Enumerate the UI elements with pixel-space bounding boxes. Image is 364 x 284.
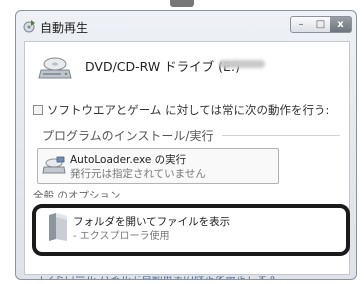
autoplay-dialog: 自動再生 – □ x DVD/CD-RW ドライブ (E:) ソフトウエアとゲー… <box>15 10 357 280</box>
install-run-section-title: プログラムのインストール/実行 <box>42 129 214 143</box>
autoplay-icon <box>23 20 35 33</box>
always-do-label: ソフトウエアとゲーム に対しては常に次の動作を行う: <box>47 103 330 117</box>
always-do-checkbox[interactable] <box>33 105 43 115</box>
dvd-drive-icon <box>38 57 72 79</box>
open-folder-option-subtitle: - エクスプローラ使用 <box>73 231 170 242</box>
autoloader-option-title: AutoLoader.exe の実行 <box>70 154 187 166</box>
maximize-button[interactable]: □ <box>311 16 331 33</box>
autoloader-option[interactable]: AutoLoader.exe の実行 発行元は指定されていません <box>37 148 279 184</box>
control-panel-defaults-link[interactable]: コントロール パネルで自動再生の既定を設定します <box>33 276 278 279</box>
title-bar[interactable]: 自動再生 – □ x <box>16 11 356 39</box>
window-title: 自動再生 <box>40 21 89 35</box>
program-icon <box>42 156 66 174</box>
folder-icon <box>49 213 67 241</box>
drive-label-redacted <box>219 60 265 68</box>
section-divider <box>222 135 340 136</box>
dialog-content: DVD/CD-RW ドライブ (E:) ソフトウエアとゲーム に対しては常に次の… <box>24 41 350 279</box>
minimize-button[interactable]: – <box>290 16 312 33</box>
open-folder-option[interactable]: フォルダを開いてファイルを表示 - エクスプローラ使用 <box>39 206 279 246</box>
general-options-heading: 全般 のオプション <box>33 190 121 202</box>
close-button[interactable]: x <box>330 16 352 33</box>
autoloader-option-subtitle: 発行元は指定されていません <box>70 168 206 180</box>
drive-name: DVD/CD-RW ドライブ (E:) <box>85 59 241 74</box>
always-do-checkbox-row[interactable]: ソフトウエアとゲーム に対しては常に次の動作を行う: <box>33 102 329 118</box>
top-tab <box>170 0 194 7</box>
